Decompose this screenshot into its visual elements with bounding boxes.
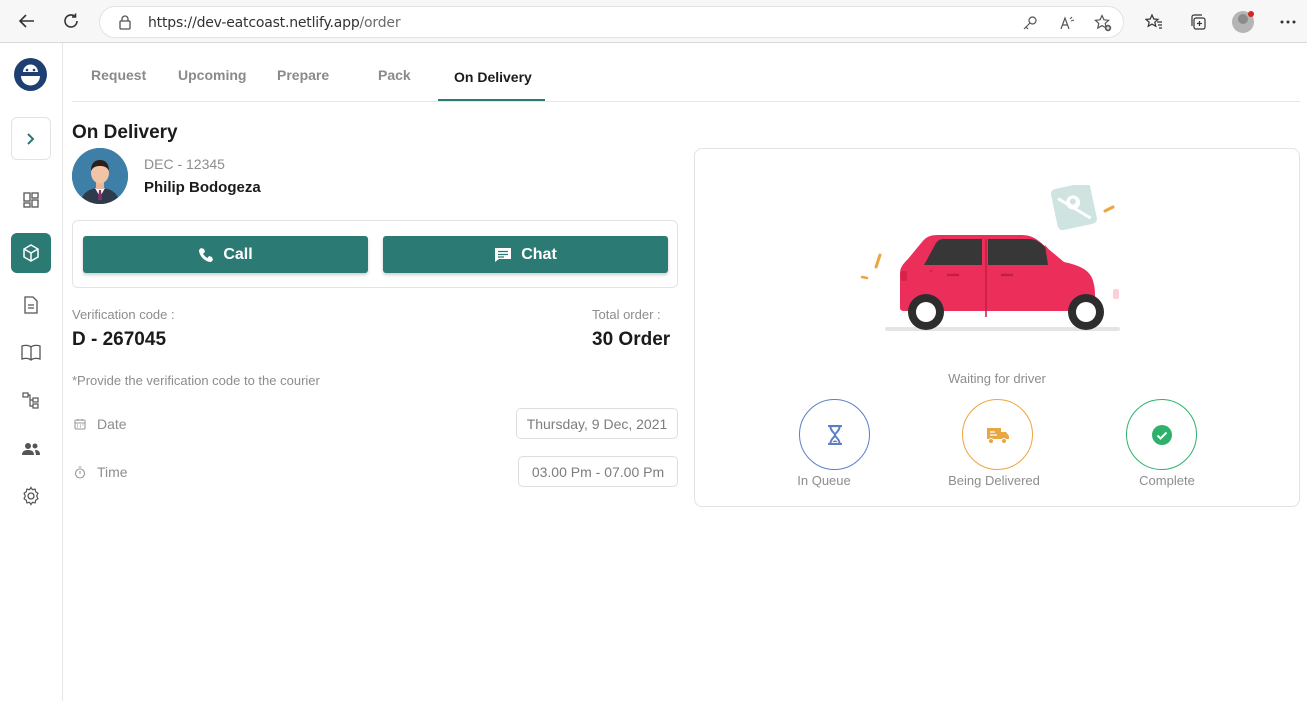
tab-upcoming[interactable]: Upcoming	[178, 67, 246, 83]
chevron-right-icon	[27, 132, 35, 145]
order-id: DEC - 12345	[144, 156, 225, 172]
call-button[interactable]: Call	[83, 236, 368, 273]
key-icon[interactable]	[1021, 14, 1039, 32]
url-text: https://dev-eatcoast.netlify.app/order	[148, 15, 401, 31]
step-being-delivered-label: Being Delivered	[948, 473, 1040, 488]
sidebar	[0, 43, 63, 701]
date-field-label: Date	[74, 416, 127, 432]
verification-code-label: Verification code :	[72, 307, 175, 322]
delivery-truck-icon	[986, 427, 1009, 444]
step-being-delivered	[962, 399, 1033, 470]
date-label: Date	[97, 416, 127, 432]
status-text: Waiting for driver	[948, 371, 1046, 386]
add-favorite-icon[interactable]	[1094, 14, 1112, 32]
orders-box-icon[interactable]	[11, 233, 51, 273]
lock-icon	[119, 15, 131, 30]
document-icon[interactable]	[11, 285, 51, 325]
refresh-icon[interactable]	[56, 6, 86, 36]
check-circle-icon	[1151, 424, 1172, 445]
time-field-label: Time	[74, 464, 128, 480]
car-illustration	[860, 185, 1120, 331]
chat-label: Chat	[521, 245, 557, 263]
address-bar[interactable]: https://dev-eatcoast.netlify.app/order	[99, 6, 1124, 38]
stopwatch-icon	[74, 465, 86, 479]
tab-on-delivery[interactable]: On Delivery	[454, 69, 532, 85]
active-tab-indicator	[438, 99, 545, 101]
delivery-status-card: Waiting for driver In Queue Being Delive…	[694, 148, 1300, 507]
step-in-queue-label: In Queue	[797, 473, 851, 488]
more-icon[interactable]	[1277, 11, 1299, 33]
step-complete	[1126, 399, 1197, 470]
page-title: On Delivery	[72, 122, 178, 143]
contact-actions-panel: Call Chat	[72, 220, 678, 288]
app-logo[interactable]	[14, 58, 47, 91]
dashboard-icon[interactable]	[11, 180, 51, 220]
expand-sidebar-button[interactable]	[11, 117, 51, 160]
users-icon[interactable]	[11, 429, 51, 469]
url-path: /order	[359, 15, 401, 31]
time-label: Time	[97, 464, 128, 480]
verification-code: D - 267045	[72, 329, 167, 350]
time-value-box: 03.00 Pm - 07.00 Pm	[518, 456, 678, 487]
tab-prepare[interactable]: Prepare	[277, 67, 329, 83]
hierarchy-icon[interactable]	[11, 380, 51, 420]
total-order-value: 30 Order	[592, 329, 671, 350]
back-icon[interactable]	[12, 6, 42, 36]
hourglass-icon	[827, 424, 842, 445]
settings-gear-icon[interactable]	[11, 476, 51, 516]
chat-button[interactable]: Chat	[383, 236, 668, 273]
step-in-queue	[799, 399, 870, 470]
read-aloud-icon[interactable]	[1058, 14, 1076, 32]
url-domain: https://dev-eatcoast.netlify.app	[148, 15, 360, 31]
verification-note: *Provide the verification code to the co…	[72, 373, 320, 388]
notification-dot	[1248, 11, 1254, 17]
book-icon[interactable]	[11, 332, 51, 372]
tab-pack[interactable]: Pack	[378, 67, 411, 83]
browser-toolbar: https://dev-eatcoast.netlify.app/order	[0, 0, 1307, 43]
customer-avatar	[72, 148, 128, 204]
collections-icon[interactable]	[1187, 11, 1209, 33]
tab-request[interactable]: Request	[91, 67, 146, 83]
chat-icon	[495, 247, 512, 262]
customer-name: Philip Bodogeza	[144, 179, 261, 196]
step-complete-label: Complete	[1139, 473, 1195, 488]
favorites-icon[interactable]	[1143, 11, 1165, 33]
phone-icon	[199, 247, 214, 262]
date-value-box: Thursday, 9 Dec, 2021	[516, 408, 678, 439]
order-status-tabs: Request Upcoming Prepare Pack On Deliver…	[72, 43, 1300, 102]
call-label: Call	[223, 245, 253, 263]
total-order-label: Total order :	[592, 307, 661, 322]
calendar-icon	[74, 419, 86, 430]
